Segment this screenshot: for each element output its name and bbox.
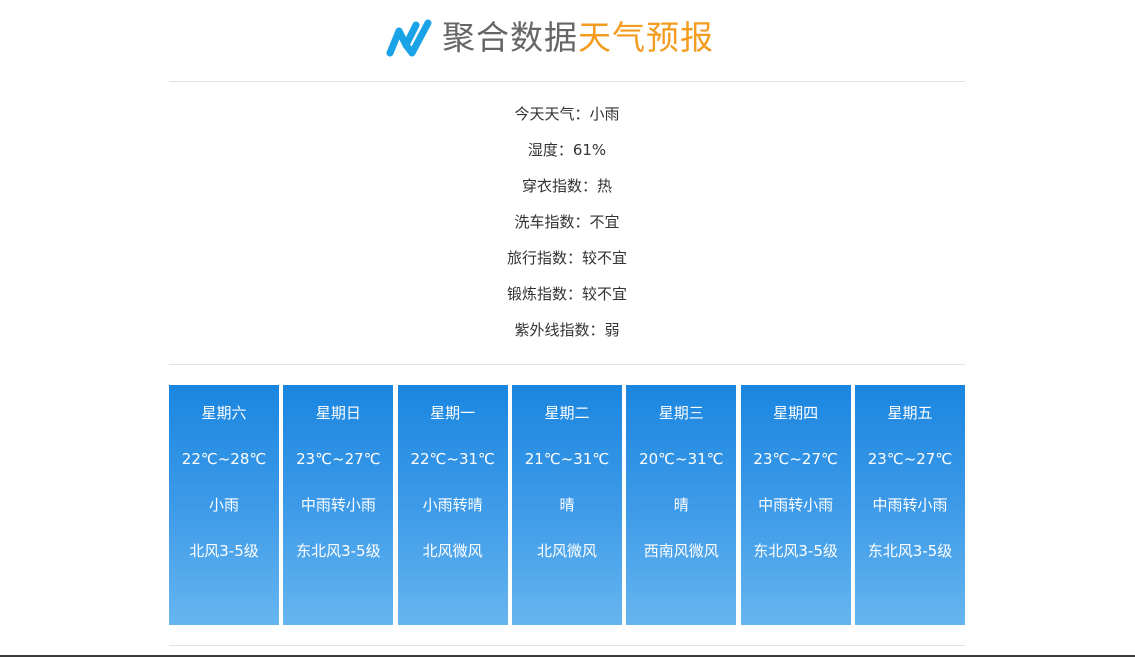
forecast-day-card: 星期日 23℃~27℃ 中雨转小雨 东北风3-5级 <box>283 385 394 625</box>
forecast-week: 星期日 <box>315 404 361 422</box>
forecast-wind: 北风微风 <box>536 542 597 560</box>
forecast-day-card: 星期五 23℃~27℃ 中雨转小雨 东北风3-5级 <box>854 385 965 625</box>
today-car-wash-index: 洗车指数：不宜 <box>514 213 620 231</box>
forecast-day-card: 星期三 20℃~31℃ 晴 西南风微风 <box>626 385 737 625</box>
today-dressing-index: 穿衣指数：热 <box>521 177 612 195</box>
brand-name: 聚合数据 <box>442 18 578 57</box>
logo[interactable]: 聚合数据 天气预报 <box>386 14 714 62</box>
forecast-weather: 中雨转小雨 <box>300 496 376 514</box>
forecast-week: 星期五 <box>887 404 933 422</box>
forecast-weather: 小雨转晴 <box>422 496 483 514</box>
forecast-weather: 小雨 <box>208 496 239 514</box>
divider-middle <box>169 364 965 365</box>
header: 聚合数据 天气预报 <box>0 0 1135 81</box>
forecast-weather: 晴 <box>673 496 689 514</box>
today-travel-index: 旅行指数：较不宜 <box>506 249 627 267</box>
juhe-w-logo-icon <box>386 19 432 57</box>
forecast-week: 星期六 <box>201 404 247 422</box>
forecast-week: 星期二 <box>544 404 590 422</box>
product-name: 天气预报 <box>578 18 714 57</box>
forecast-temp: 23℃~27℃ <box>296 450 381 468</box>
forecast-weather: 中雨转小雨 <box>758 496 834 514</box>
forecast-temp: 22℃~31℃ <box>410 450 495 468</box>
forecast-day-card: 星期一 22℃~31℃ 小雨转晴 北风微风 <box>397 385 508 625</box>
forecast-wind: 东北风3-5级 <box>867 542 953 560</box>
forecast-day-card: 星期六 22℃~28℃ 小雨 北风3-5级 <box>169 385 279 625</box>
divider-top <box>169 81 965 82</box>
forecast-day-card: 星期二 21℃~31℃ 晴 北风微风 <box>511 385 622 625</box>
forecast-week: 星期一 <box>430 404 476 422</box>
weather-page: 聚合数据 天气预报 今天天气：小雨 湿度：61% 穿衣指数：热 洗车指数：不宜 … <box>0 0 1135 657</box>
forecast-temp: 22℃~28℃ <box>181 450 267 468</box>
divider-bottom <box>169 645 965 646</box>
today-exercise-index: 锻炼指数：较不宜 <box>506 285 627 303</box>
forecast-weather: 中雨转小雨 <box>872 496 948 514</box>
forecast-temp: 23℃~27℃ <box>867 450 953 468</box>
forecast-weather: 晴 <box>559 496 575 514</box>
today-weather: 今天天气：小雨 湿度：61% 穿衣指数：热 洗车指数：不宜 旅行指数：较不宜 锻… <box>169 96 965 348</box>
today-uv-index: 紫外线指数：弱 <box>514 321 620 339</box>
forecast-week: 星期四 <box>773 404 819 422</box>
forecast-temp: 21℃~31℃ <box>524 450 610 468</box>
forecast-wind: 东北风3-5级 <box>753 542 838 560</box>
forecast-wind: 北风微风 <box>422 542 483 560</box>
today-humidity: 湿度：61% <box>527 141 607 159</box>
forecast-wind: 北风3-5级 <box>189 542 259 560</box>
forecast-temp: 20℃~31℃ <box>639 450 724 468</box>
forecast-wind: 西南风微风 <box>643 542 719 560</box>
today-weather-condition: 今天天气：小雨 <box>514 105 620 123</box>
forecast-temp: 23℃~27℃ <box>753 450 838 468</box>
forecast-day-card: 星期四 23℃~27℃ 中雨转小雨 东北风3-5级 <box>740 385 851 625</box>
forecast-list: 星期六 22℃~28℃ 小雨 北风3-5级 星期日 23℃~27℃ 中雨转小雨 … <box>169 385 965 625</box>
forecast-wind: 东北风3-5级 <box>296 542 381 560</box>
forecast-week: 星期三 <box>658 404 704 422</box>
